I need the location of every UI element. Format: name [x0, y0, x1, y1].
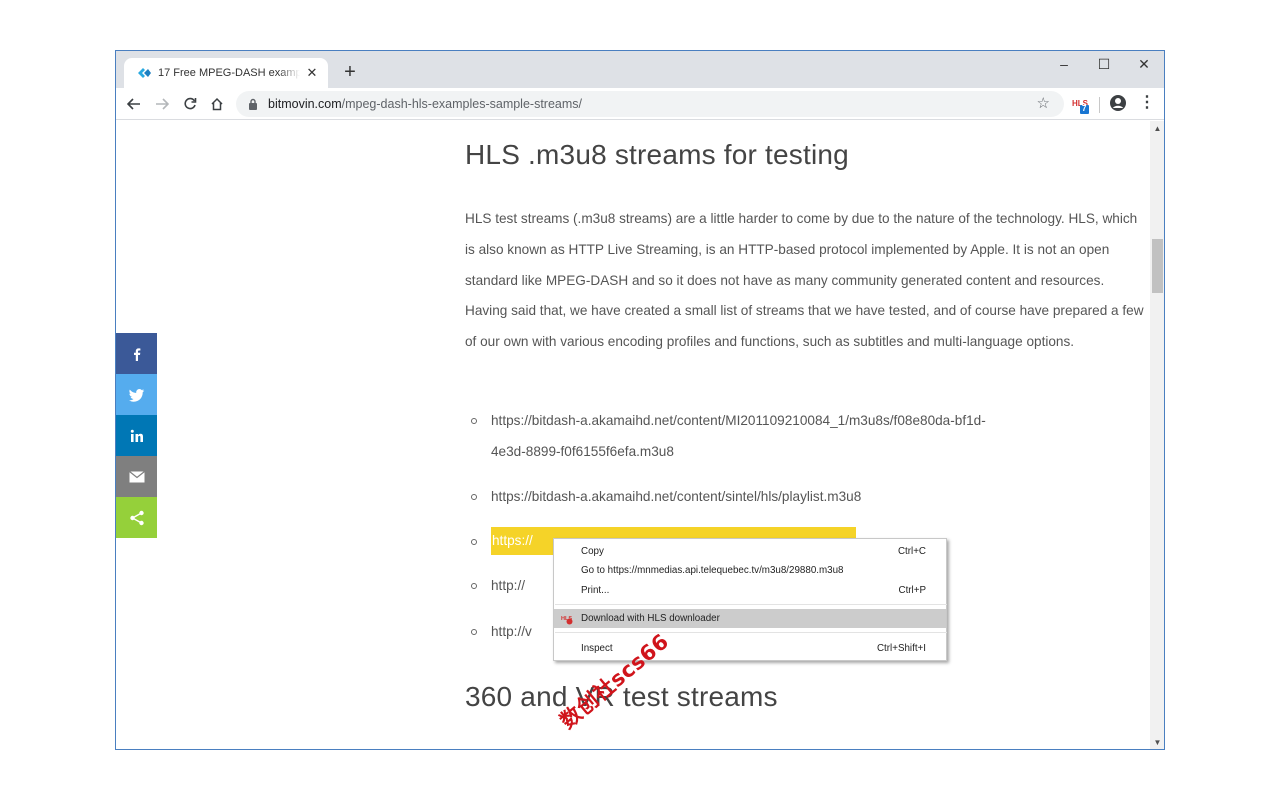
- section-heading-hls: HLS .m3u8 streams for testing: [465, 139, 849, 170]
- bookmark-star-icon[interactable]: ☆: [1037, 94, 1050, 112]
- stream-link-continued[interactable]: 4e3d-8899-f0f6155f6efa.m3u8: [491, 444, 674, 459]
- context-menu-hls-download[interactable]: HLS Download with HLS downloader: [554, 609, 946, 628]
- menu-item-shortcut: Ctrl+P: [898, 585, 927, 596]
- intro-paragraph: HLS test streams (.m3u8 streams) are a l…: [465, 211, 1144, 350]
- menu-item-label: Download with HLS downloader: [581, 613, 720, 624]
- vertical-scrollbar[interactable]: ▲ ▼: [1150, 121, 1164, 749]
- extension-badge: 7: [1082, 104, 1087, 113]
- menu-item-shortcut: Ctrl+C: [897, 546, 926, 557]
- profile-avatar-icon[interactable]: [1109, 94, 1127, 112]
- toolbar-separator: [1099, 97, 1100, 113]
- linkedin-icon: [130, 429, 143, 442]
- back-button[interactable]: [122, 92, 146, 116]
- bitmovin-favicon-icon: [136, 65, 152, 81]
- share-icon: [129, 510, 144, 525]
- tab-strip: 17 Free MPEG-DASH example and ✕ + – ☐ ✕: [116, 51, 1164, 88]
- bullet-icon: [471, 629, 477, 635]
- bullet-icon: [471, 494, 477, 500]
- menu-item-shortcut: Ctrl+Shift+I: [876, 643, 926, 654]
- new-tab-button[interactable]: +: [338, 61, 362, 85]
- social-share-bar: [116, 333, 157, 538]
- facebook-share-button[interactable]: [116, 333, 157, 374]
- menu-item-label: Copy: [581, 546, 604, 557]
- stream-link[interactable]: http://v: [491, 624, 532, 639]
- context-menu-inspect[interactable]: Inspect Ctrl+Shift+I: [554, 639, 946, 658]
- reload-button[interactable]: [178, 92, 202, 116]
- minimize-button[interactable]: –: [1044, 51, 1084, 77]
- close-window-button[interactable]: ✕: [1124, 51, 1164, 77]
- url-path: /mpeg-dash-hls-examples-sample-streams/: [341, 97, 582, 111]
- bullet-icon: [471, 418, 477, 424]
- browser-toolbar: bitmovin.com/mpeg-dash-hls-examples-samp…: [116, 88, 1164, 120]
- stream-link[interactable]: http://: [491, 578, 525, 593]
- context-menu: Copy Ctrl+C Go to https://mnmedias.api.t…: [553, 538, 947, 661]
- menu-item-label: Print...: [581, 585, 610, 596]
- stream-link[interactable]: https://bitdash-a.akamaihd.net/content/s…: [491, 489, 861, 504]
- hls-downloader-icon: HLS: [561, 616, 573, 625]
- scroll-down-arrow-icon[interactable]: ▼: [1150, 735, 1164, 749]
- list-item: https://bitdash-a.akamaihd.net/content/M…: [471, 406, 1091, 468]
- bullet-icon: [471, 583, 477, 589]
- linkedin-share-button[interactable]: [116, 415, 157, 456]
- window-controls: – ☐ ✕: [1044, 51, 1164, 77]
- scroll-thumb[interactable]: [1152, 239, 1163, 293]
- twitter-share-button[interactable]: [116, 374, 157, 415]
- arrow-right-icon: [156, 98, 169, 110]
- arrow-left-icon: [127, 98, 140, 110]
- context-menu-go-to-link[interactable]: Go to https://mnmedias.api.telequebec.tv…: [554, 561, 946, 580]
- stream-link[interactable]: https://bitdash-a.akamaihd.net/content/M…: [491, 413, 986, 428]
- address-bar[interactable]: bitmovin.com/mpeg-dash-hls-examples-samp…: [236, 91, 1064, 117]
- menu-separator: [555, 632, 947, 633]
- tab-title: 17 Free MPEG-DASH example and: [158, 67, 300, 79]
- scroll-up-arrow-icon[interactable]: ▲: [1150, 121, 1164, 136]
- tab-close-icon[interactable]: ✕: [304, 65, 320, 81]
- hls-downloader-extension-icon[interactable]: HLS 7: [1072, 96, 1090, 114]
- email-share-button[interactable]: [116, 456, 157, 497]
- bullet-icon: [471, 539, 477, 545]
- menu-item-label: Go to https://mnmedias.api.telequebec.tv…: [581, 565, 844, 576]
- url-host: bitmovin.com: [268, 97, 342, 111]
- context-menu-copy[interactable]: Copy Ctrl+C: [554, 542, 946, 561]
- tab-active[interactable]: 17 Free MPEG-DASH example and ✕: [124, 58, 328, 88]
- home-icon: [211, 97, 223, 111]
- list-item: https://bitdash-a.akamaihd.net/content/s…: [471, 482, 1091, 513]
- twitter-icon: [128, 388, 144, 402]
- lock-icon: [248, 98, 258, 110]
- envelope-icon: [128, 470, 145, 482]
- reload-icon: [184, 97, 197, 110]
- home-button[interactable]: [205, 92, 229, 116]
- maximize-button[interactable]: ☐: [1084, 51, 1124, 77]
- context-menu-print[interactable]: Print... Ctrl+P: [554, 581, 946, 600]
- generic-share-button[interactable]: [116, 497, 157, 538]
- menu-separator: [555, 604, 947, 605]
- browser-menu-icon[interactable]: ⋮: [1138, 93, 1156, 113]
- forward-button[interactable]: [150, 92, 174, 116]
- facebook-icon: [133, 347, 140, 361]
